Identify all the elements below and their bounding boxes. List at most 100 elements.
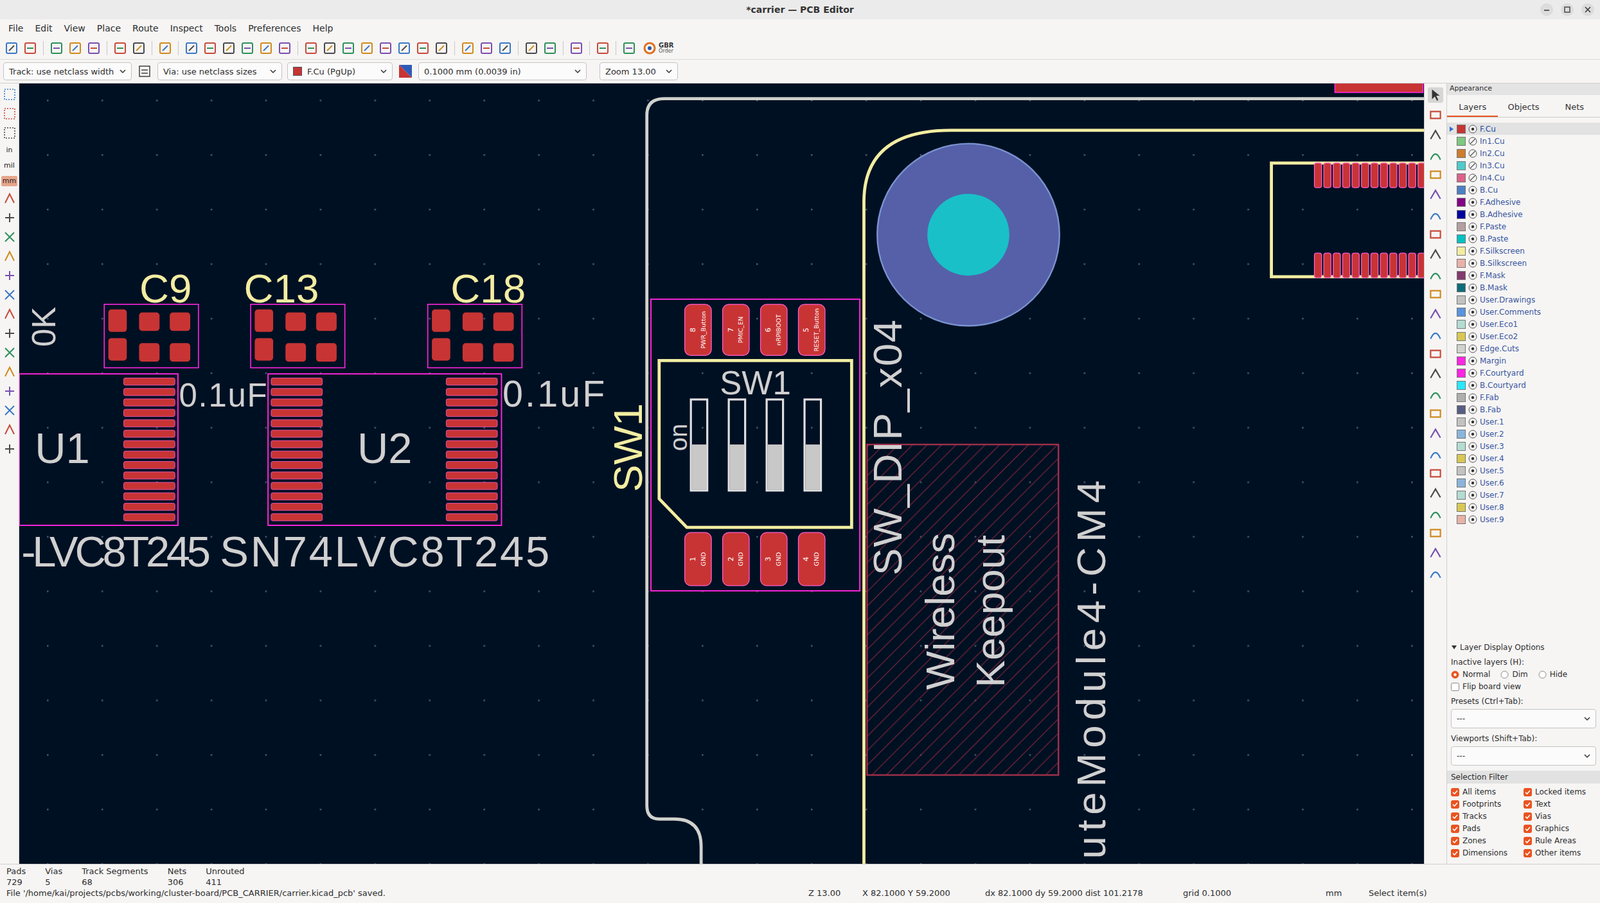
ic-pad[interactable] [445, 378, 498, 386]
zoom-in-icon[interactable] [202, 40, 218, 56]
capacitor-pad[interactable] [138, 343, 160, 362]
connector-pad[interactable] [1314, 163, 1322, 188]
zoom-fit-icon[interactable] [239, 40, 256, 56]
connector-pad[interactable] [1389, 163, 1397, 188]
print-icon[interactable] [67, 40, 83, 56]
layer-row[interactable]: User.Eco2 [1447, 330, 1600, 343]
add-via-icon[interactable] [1427, 206, 1444, 223]
capacitor-pad[interactable] [493, 343, 515, 362]
ic-pad[interactable] [271, 440, 323, 448]
ic-pad[interactable] [271, 420, 323, 428]
fabrication-icon[interactable] [621, 40, 637, 56]
pad-sketch-icon[interactable] [2, 307, 17, 322]
eye-icon[interactable] [1468, 258, 1478, 268]
resistor-value[interactable]: 0K [25, 307, 63, 347]
menu-item[interactable]: Inspect [164, 23, 209, 34]
layer-row[interactable]: B.Cu [1447, 183, 1600, 196]
route-track-icon[interactable] [1427, 147, 1444, 163]
filter-checkbox[interactable]: Zones [1450, 836, 1524, 846]
connector-pad[interactable] [1408, 253, 1416, 278]
ic-value[interactable]: -LVC8T245 [21, 527, 211, 576]
ic-pad[interactable] [124, 399, 176, 407]
switch-pad[interactable] [760, 304, 788, 356]
ic-pad[interactable] [445, 482, 498, 490]
layer-row[interactable]: F.Cu [1447, 122, 1600, 135]
ic-pad[interactable] [124, 440, 176, 448]
ic-pad[interactable] [124, 451, 176, 459]
layer-row[interactable]: B.Courtyard [1447, 379, 1600, 392]
layer-row[interactable]: User.7 [1447, 488, 1600, 502]
eye-icon[interactable] [1468, 320, 1478, 329]
connector-pad[interactable] [1342, 253, 1350, 278]
layer-color-swatch[interactable] [1456, 271, 1466, 281]
layer-color-swatch[interactable] [1456, 356, 1466, 366]
eye-hidden-icon[interactable] [1468, 149, 1478, 159]
eye-icon[interactable] [1468, 405, 1478, 415]
ic-value[interactable]: SN74LVC8T245 [219, 527, 550, 576]
ic-pad[interactable] [445, 462, 498, 470]
connector-pad[interactable] [1361, 253, 1369, 278]
layer-color-swatch[interactable] [1456, 503, 1466, 513]
layer-color-swatch[interactable] [1456, 515, 1466, 525]
ic-pad[interactable] [271, 399, 323, 407]
layer-color-swatch[interactable] [1456, 197, 1466, 207]
switch-pad[interactable] [760, 532, 788, 587]
layer-color-swatch[interactable] [1456, 173, 1466, 183]
select-icon[interactable] [1427, 87, 1444, 103]
route-diff-pair-icon[interactable] [1427, 167, 1444, 183]
switch-pad[interactable] [722, 304, 750, 356]
eye-icon[interactable] [1468, 210, 1478, 220]
capacitor-value[interactable]: 0.1uF [179, 377, 268, 414]
layer-row[interactable]: User.9 [1447, 513, 1600, 526]
ic-pad[interactable] [124, 462, 176, 470]
eye-icon[interactable] [1468, 332, 1478, 342]
add-leader-icon[interactable] [1427, 505, 1444, 522]
ic-reference[interactable]: U1 [34, 424, 90, 473]
add-line-icon[interactable] [1427, 286, 1444, 303]
connector-pad[interactable] [1361, 163, 1369, 188]
layer-color-swatch[interactable] [1456, 320, 1466, 329]
layer-color-swatch[interactable] [1456, 454, 1466, 464]
ic-pad[interactable] [124, 378, 176, 386]
switch-value[interactable]: SW_DIP_x04 [864, 320, 911, 576]
local-ratsnest-icon[interactable] [1427, 107, 1444, 123]
eye-icon[interactable] [1468, 429, 1478, 439]
unit-button[interactable]: in [4, 145, 14, 156]
footprint-browser-icon[interactable] [497, 40, 513, 56]
layer-dropdown[interactable]: F.Cu (PgUp) [287, 62, 393, 81]
switch-lever[interactable] [690, 399, 707, 491]
layer-row[interactable]: User.4 [1447, 452, 1600, 465]
capacitor-pad[interactable] [462, 343, 484, 362]
board-view[interactable]: C9C13C180K0.1uF0.1uFU1U2-LVC8T245SN74LVC… [19, 83, 1424, 865]
layer-row[interactable]: User.Eco1 [1447, 318, 1600, 331]
constraints-icon[interactable] [2, 442, 17, 457]
track-width-dropdown[interactable]: Track: use netclass width [3, 62, 132, 81]
layer-color-swatch[interactable] [1456, 332, 1466, 342]
eye-icon[interactable] [1468, 124, 1478, 134]
layer-color-swatch[interactable] [1456, 185, 1466, 195]
layer-color-swatch[interactable] [1456, 210, 1466, 220]
ungroup-icon[interactable] [396, 40, 412, 56]
minimize-icon[interactable] [1539, 2, 1554, 17]
filter-checkbox[interactable]: Graphics [1523, 824, 1597, 834]
menu-item[interactable]: File [2, 23, 29, 34]
close-icon[interactable] [1580, 2, 1595, 17]
unit-button[interactable]: mil [2, 160, 17, 171]
ic-pad[interactable] [445, 514, 498, 522]
eye-icon[interactable] [1468, 283, 1478, 293]
connector-pad[interactable] [1333, 163, 1341, 188]
eye-icon[interactable] [1468, 307, 1478, 317]
save-icon[interactable] [3, 40, 20, 56]
menu-item[interactable]: Tools [208, 23, 243, 34]
zoom-dropdown[interactable]: Zoom 13.00 [599, 62, 678, 81]
eye-icon[interactable] [1468, 368, 1478, 378]
capacitor-pad[interactable] [493, 312, 515, 332]
switch-pad[interactable] [722, 532, 750, 587]
switch-pad[interactable] [684, 304, 712, 356]
eye-hidden-icon[interactable] [1468, 136, 1478, 146]
layer-color-swatch[interactable] [1456, 490, 1466, 500]
track-via-size-icon[interactable] [136, 64, 153, 79]
layer-row[interactable]: User.Comments [1447, 305, 1600, 319]
connector-pad[interactable] [1333, 253, 1341, 278]
layer-row[interactable]: Edge.Cuts [1447, 342, 1600, 355]
